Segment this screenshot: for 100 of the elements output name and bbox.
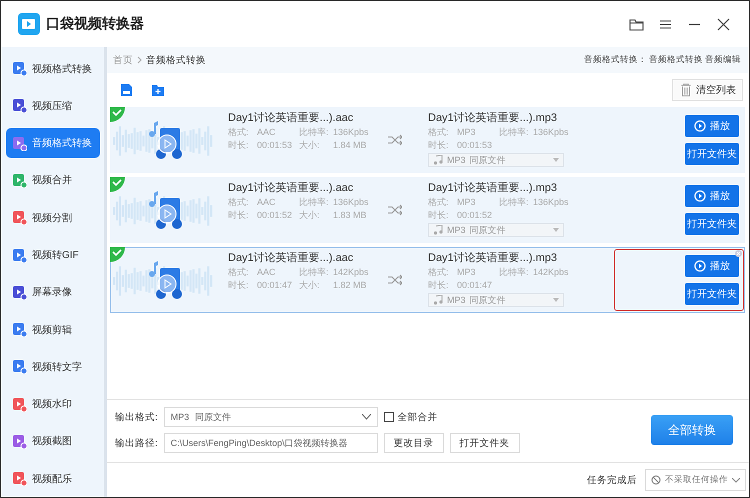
play-button[interactable]: 播放 — [685, 185, 739, 207]
field-value: 142Kpbs — [533, 266, 570, 279]
shuffle-icon — [388, 204, 402, 216]
field-value: 00:01:53 — [257, 139, 294, 152]
sidebar-item[interactable]: 视频截图 — [6, 426, 100, 456]
field-value: 1.83 MB — [333, 209, 368, 222]
breadcrumb-current: 音频格式转换 — [146, 54, 206, 66]
field-label: 大小: — [299, 139, 321, 152]
sidebar-item[interactable]: 视频配乐 — [6, 464, 100, 494]
field-label: 时长: — [228, 139, 250, 152]
field-label: 时长: — [428, 139, 450, 152]
field-label: 输出路径: — [115, 436, 158, 450]
caret-icon — [553, 158, 559, 162]
clear-list-button[interactable]: 清空列表 — [672, 79, 743, 101]
field-label: 格式: — [428, 126, 450, 139]
field-label: 时长: — [228, 279, 250, 292]
field-value: 136Kpbs — [533, 126, 570, 139]
format-dropdown[interactable]: MP3 同原文件 — [164, 407, 378, 428]
field-value: 00:01:53 — [457, 139, 494, 152]
play-button[interactable]: 播放 — [685, 255, 739, 277]
field-label: 格式: — [428, 266, 450, 279]
file-row[interactable]: Day1讨论英语重要...).aac 格式: AAC 比特率: 136Kpbs 时长: 00:01:53 大小: 1.84 MB Day1讨论英语重要...).mp3 格式: MP3 比特率: 136Kpbs 时长: 00:01:53 MP3 同原文件 播放 打开文件夹 — [110, 107, 745, 173]
open-folder-button[interactable]: 打开文件夹 — [685, 143, 739, 165]
play-icon — [694, 120, 706, 132]
shuffle-icon — [388, 274, 402, 286]
file-name: Day1讨论英语重要...).aac — [228, 251, 354, 266]
field-value: 1.84 MB — [333, 139, 368, 152]
open-folder-button[interactable]: 打开文件夹 — [685, 283, 739, 305]
field-label: 格式: — [228, 126, 250, 139]
field-value: 1.82 MB — [333, 279, 368, 292]
field-label: 比特率: — [499, 126, 530, 139]
music-note-icon — [433, 225, 443, 235]
sidebar-item[interactable]: 视频分割 — [6, 202, 100, 233]
field-value: 00:01:52 — [457, 209, 494, 222]
field-value: MP3 — [457, 196, 477, 209]
field-value: 136Kpbs — [533, 196, 570, 209]
field-label: 比特率: — [299, 196, 330, 209]
app-title: 口袋视频转换器 — [46, 15, 144, 33]
field-label: 比特率: — [299, 266, 330, 279]
sidebar-item[interactable]: 视频水印 — [6, 389, 100, 420]
checkbox[interactable] — [384, 412, 394, 422]
field-label: 格式: — [428, 196, 450, 209]
field-value: 00:01:47 — [457, 279, 494, 292]
play-icon — [694, 260, 706, 272]
hint-link[interactable]: 音频编辑 — [705, 54, 741, 66]
format-value: MP3 — [170, 412, 190, 422]
path-field[interactable]: C:\Users\FengPing\Desktop\口袋视频转换器 — [164, 433, 378, 454]
file-row[interactable]: Day1讨论英语重要...).aac 格式: AAC 比特率: 136Kpbs 时长: 00:01:52 大小: 1.83 MB Day1讨论英语重要...).mp3 格式: MP3 比特率: 136Kpbs 时长: 00:01:52 MP3 同原文件 播放 打开文件夹 — [110, 177, 745, 243]
field-value: AAC — [257, 126, 277, 139]
chevron-icon — [137, 56, 142, 64]
add-folder-icon[interactable] — [151, 83, 165, 97]
quality-value: 同原文件 — [470, 294, 506, 306]
shuffle-icon — [388, 134, 402, 146]
sidebar-item[interactable]: 屏幕录像 — [6, 277, 100, 308]
format-value: MP3 — [447, 155, 466, 165]
field-label: 格式: — [228, 266, 250, 279]
field-value: MP3 — [457, 126, 477, 139]
file-name: Day1讨论英语重要...).mp3 — [428, 181, 558, 196]
sidebar-item[interactable]: 视频转GIF — [6, 240, 100, 270]
field-value: 136Kpbs — [333, 126, 370, 139]
after-task-dropdown[interactable]: 不采取任何操作 — [645, 469, 746, 492]
field-value: MP3 — [457, 266, 477, 279]
field-label: 时长: — [228, 209, 250, 222]
file-row[interactable]: Day1讨论英语重要...).aac 格式: AAC 比特率: 142Kpbs 时长: 00:01:47 大小: 1.82 MB Day1讨论英语重要...).mp3 格式: MP3 比特率: 142Kpbs 时长: 00:01:47 MP3 同原文件 播放 打开文件夹 — [110, 247, 745, 313]
sidebar-item[interactable]: 视频压缩 — [6, 90, 100, 121]
field-label: 比特率: — [499, 266, 530, 279]
music-note-icon — [433, 155, 443, 165]
folder-icon[interactable] — [629, 16, 644, 32]
sidebar-item[interactable]: 视频剪辑 — [6, 314, 100, 345]
field-value: AAC — [257, 266, 277, 279]
play-button[interactable]: 播放 — [685, 115, 739, 137]
open-folder-button[interactable]: 打开文件夹 — [685, 213, 739, 235]
sidebar-item[interactable]: 音频格式转换 — [6, 128, 100, 158]
music-note-icon — [433, 295, 443, 305]
field-label: 时长: — [428, 209, 450, 222]
file-name: Day1讨论英语重要...).aac — [228, 111, 354, 126]
file-name: Day1讨论英语重要...).mp3 — [428, 251, 558, 266]
field-label: 格式: — [228, 196, 250, 209]
close-icon[interactable] — [716, 16, 731, 32]
play-icon — [694, 190, 706, 202]
quality-value: 同原文件 — [470, 154, 506, 166]
block-icon — [651, 475, 661, 486]
field-value: 142Kpbs — [333, 266, 370, 279]
open-folder-button[interactable]: 打开文件夹 — [450, 433, 520, 454]
quality-value: 同原文件 — [470, 224, 506, 236]
checkbox-label[interactable]: 全部合并 — [398, 410, 438, 424]
hint-link[interactable]: 音频格式转换 — [649, 54, 703, 66]
sidebar-item[interactable]: 视频合并 — [6, 165, 100, 196]
trash-icon — [679, 83, 693, 97]
file-name: Day1讨论英语重要...).mp3 — [428, 111, 558, 126]
field-value: 00:01:47 — [257, 279, 294, 292]
sidebar-item[interactable]: 视频格式转换 — [6, 54, 100, 84]
sidebar-item[interactable]: 视频转文字 — [6, 352, 100, 382]
change-directory-button[interactable]: 更改目录 — [384, 433, 444, 454]
field-label: 时长: — [428, 279, 450, 292]
format-value: MP3 — [447, 295, 466, 305]
format-value: MP3 — [447, 225, 466, 235]
field-value: 136Kpbs — [333, 196, 370, 209]
status-label: 任务完成后 — [587, 474, 637, 487]
add-file-icon[interactable] — [119, 83, 133, 97]
